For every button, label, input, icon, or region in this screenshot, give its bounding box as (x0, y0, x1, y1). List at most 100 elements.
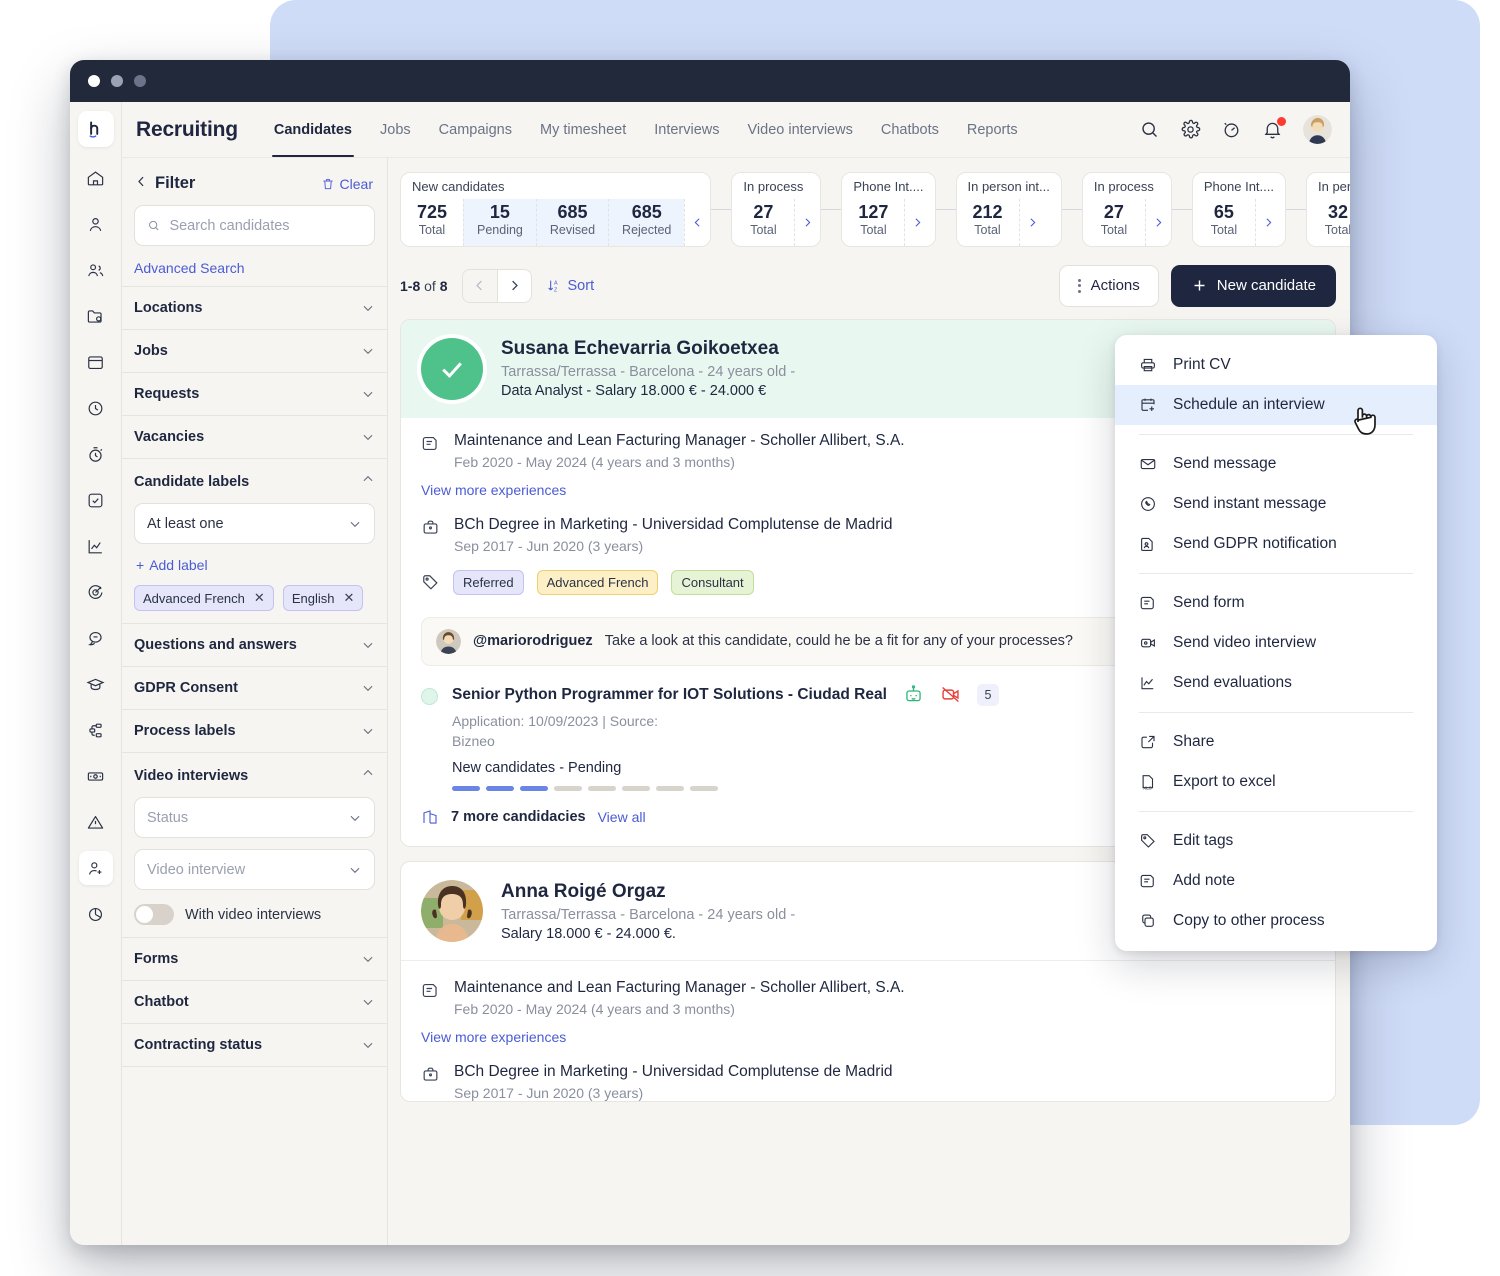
facet-contracting-status[interactable]: Contracting status (122, 1023, 387, 1066)
chevron-up-icon[interactable] (361, 766, 375, 785)
stat-card-in-process-2[interactable]: In process 27 Total (1081, 172, 1172, 247)
note-author-handle[interactable]: @mariorodriguez (473, 633, 593, 649)
chevron-right-icon[interactable] (794, 199, 820, 246)
tab-video-interviews[interactable]: Video interviews (734, 102, 867, 157)
actions-button[interactable]: Actions (1058, 264, 1159, 307)
close-icon[interactable]: ✕ (343, 590, 354, 606)
robot-icon[interactable] (903, 684, 924, 705)
stat-card-phone-interview-2[interactable]: Phone Int.... 65 Total (1191, 172, 1286, 247)
stat-card-phone-interview-1[interactable]: Phone Int.... 127 Total (841, 172, 936, 247)
tag-chip[interactable]: Consultant (671, 569, 754, 595)
chevron-left-icon[interactable] (684, 199, 710, 246)
search-input[interactable] (169, 217, 362, 234)
chevron-up-icon[interactable] (361, 472, 375, 491)
facet-requests[interactable]: Requests (122, 372, 387, 415)
rail-workflow-icon[interactable] (79, 713, 113, 747)
selected-check-avatar[interactable] (421, 337, 483, 400)
gear-icon[interactable] (1180, 119, 1201, 140)
view-all-link[interactable]: View all (598, 809, 646, 825)
rail-folder-icon[interactable] (79, 299, 113, 333)
menu-item-add-note[interactable]: Add note (1115, 861, 1437, 901)
menu-item-send-video-interview[interactable]: Send video interview (1115, 623, 1437, 663)
new-candidate-button[interactable]: New candidate (1170, 264, 1336, 307)
tag-chip[interactable]: Advanced French (536, 569, 659, 595)
chevron-right-icon[interactable] (1254, 199, 1281, 246)
menu-item-export-to-excel[interactable]: XLS Export to excel (1115, 762, 1437, 802)
advanced-search-link[interactable]: Advanced Search (122, 246, 387, 286)
search-candidates-field[interactable] (134, 205, 375, 246)
process-title[interactable]: Senior Python Programmer for IOT Solutio… (452, 686, 887, 704)
rail-check-square-icon[interactable] (79, 483, 113, 517)
menu-item-send-evaluations[interactable]: Send evaluations (1115, 663, 1437, 703)
with-video-interviews-toggle[interactable] (134, 904, 174, 925)
rail-chat-icon[interactable] (79, 621, 113, 655)
menu-item-send-form[interactable]: Send form (1115, 583, 1437, 623)
menu-item-share[interactable]: Share (1115, 722, 1437, 762)
window-close-dot[interactable] (88, 75, 100, 87)
clear-filters-button[interactable]: Clear (321, 176, 373, 192)
rail-add-user-icon[interactable] (78, 851, 113, 885)
rail-pie-chart-icon[interactable] (79, 897, 113, 931)
rail-user-icon[interactable] (79, 207, 113, 241)
stat-card-in-person-interview-1[interactable]: In person int... 212 Total (955, 172, 1062, 247)
user-avatar[interactable] (1303, 115, 1332, 144)
label-chip[interactable]: Advanced French ✕ (134, 585, 274, 611)
tab-campaigns[interactable]: Campaigns (425, 102, 526, 157)
rail-target-icon[interactable] (79, 575, 113, 609)
rail-home-icon[interactable] (79, 161, 113, 195)
rail-clock-icon[interactable] (79, 391, 113, 425)
facet-jobs[interactable]: Jobs (122, 329, 387, 372)
facet-process-labels[interactable]: Process labels (122, 709, 387, 752)
tag-chip[interactable]: Referred (453, 569, 524, 595)
label-chip[interactable]: English ✕ (282, 585, 364, 611)
prev-page-button[interactable] (462, 269, 497, 302)
add-label-button[interactable]: + Add label (134, 544, 375, 585)
tab-candidates[interactable]: Candidates (260, 102, 366, 157)
facet-forms[interactable]: Forms (122, 937, 387, 980)
bell-icon[interactable] (1262, 117, 1286, 140)
facet-chatbot[interactable]: Chatbot (122, 980, 387, 1023)
candidate-name[interactable]: Anna Roigé Orgaz (501, 881, 795, 903)
menu-item-edit-tags[interactable]: Edit tags (1115, 821, 1437, 861)
video-status-select[interactable]: Status (134, 797, 375, 838)
window-maximize-dot[interactable] (134, 75, 146, 87)
facet-gdpr-consent[interactable]: GDPR Consent (122, 666, 387, 709)
chevron-right-icon[interactable] (904, 199, 930, 246)
window-minimize-dot[interactable] (111, 75, 123, 87)
candidate-labels-select[interactable]: At least one (134, 503, 375, 544)
video-off-icon[interactable] (940, 684, 961, 705)
rail-users-icon[interactable] (79, 253, 113, 287)
next-page-button[interactable] (496, 269, 531, 302)
rail-timer-icon[interactable] (79, 437, 113, 471)
rail-alert-icon[interactable] (79, 805, 113, 839)
view-more-experiences-link[interactable]: View more experiences (421, 1029, 1315, 1045)
menu-item-print-cv[interactable]: Print CV (1115, 345, 1437, 385)
menu-item-copy-to-other-process[interactable]: Copy to other process (1115, 901, 1437, 941)
collapse-filter-icon[interactable] (134, 174, 149, 193)
tab-interviews[interactable]: Interviews (640, 102, 733, 157)
stat-card-new-candidates[interactable]: New candidates 725 Total 15 Pending 685 … (400, 172, 712, 247)
menu-item-send-instant-message[interactable]: Send instant message (1115, 484, 1437, 524)
candidate-name[interactable]: Susana Echevarria Goikoetxea (501, 338, 795, 360)
close-icon[interactable]: ✕ (254, 590, 265, 606)
facet-vacancies[interactable]: Vacancies (122, 415, 387, 458)
facet-questions-and-answers[interactable]: Questions and answers (122, 623, 387, 666)
search-icon[interactable] (1139, 119, 1160, 140)
chevron-right-icon[interactable] (1144, 199, 1171, 246)
menu-item-send-message[interactable]: Send message (1115, 444, 1437, 484)
stat-card-in-process-1[interactable]: In process 27 Total (731, 172, 822, 247)
tab-reports[interactable]: Reports (953, 102, 1032, 157)
tab-jobs[interactable]: Jobs (366, 102, 425, 157)
facet-locations[interactable]: Locations (122, 286, 387, 329)
tab-my-timesheet[interactable]: My timesheet (526, 102, 640, 157)
stat-card-in-person-interview-2[interactable]: In person int... 32 Total (1306, 172, 1350, 247)
chevron-right-icon[interactable] (1018, 199, 1045, 246)
rail-money-icon[interactable] (79, 759, 113, 793)
menu-item-schedule-an-interview[interactable]: Schedule an interview (1115, 385, 1437, 425)
stopwatch-icon[interactable] (1221, 119, 1242, 140)
rail-chart-line-icon[interactable] (79, 529, 113, 563)
menu-item-send-gdpr-notification[interactable]: Send GDPR notification (1115, 524, 1437, 564)
video-interview-select[interactable]: Video interview (134, 849, 375, 890)
bizneo-logo[interactable] (77, 111, 114, 147)
tab-chatbots[interactable]: Chatbots (867, 102, 953, 157)
